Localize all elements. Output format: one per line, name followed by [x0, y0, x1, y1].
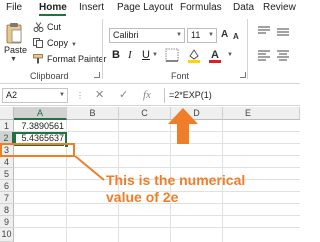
chevron-down-icon: ▼ — [208, 32, 214, 38]
gridline — [14, 167, 300, 168]
row-header-1[interactable]: 1 — [0, 120, 14, 132]
name-box[interactable]: A2 ▼ — [2, 88, 68, 103]
svg-text:A: A — [211, 49, 219, 61]
chevron-down-icon: ▼ — [59, 92, 65, 98]
decrease-font-size-button[interactable]: A — [233, 31, 239, 43]
more-options-icon[interactable]: ⋮ — [76, 91, 84, 100]
gridline — [14, 227, 300, 228]
cut-button[interactable]: Cut — [33, 22, 61, 33]
font-name-value: Calibri — [113, 30, 139, 40]
tab-home[interactable]: Home — [39, 2, 67, 14]
chevron-down-icon: ▼ — [176, 32, 182, 38]
column-header-c[interactable]: C — [119, 107, 171, 120]
column-header-a[interactable]: A — [14, 107, 67, 120]
align-center-icon[interactable] — [276, 48, 290, 62]
formula-input[interactable]: =2*EXP(1) — [164, 88, 300, 103]
formula-bar: A2 ▼ ⋮ ✕ ✓ fx =2*EXP(1) — [0, 85, 300, 106]
font-size-value: 11 — [191, 30, 201, 40]
enter-icon[interactable]: ✓ — [119, 89, 128, 101]
column-header-b[interactable]: B — [67, 107, 119, 120]
chevron-down-icon[interactable]: ▼ — [152, 48, 158, 62]
font-color-icon[interactable]: A — [207, 47, 223, 63]
menu-bar: File Home Insert Page Layout Formulas Da… — [0, 0, 300, 16]
copy-label: Copy — [47, 38, 69, 48]
tab-insert[interactable]: Insert — [79, 2, 104, 14]
paintbrush-icon — [33, 54, 43, 64]
row-header-5[interactable]: 5 — [0, 168, 14, 180]
ribbon: Paste ▼ Cut Copy ▼ Format Painter Clipboa… — [0, 16, 300, 84]
paste-label: Paste — [4, 45, 28, 55]
row-header-6[interactable]: 6 — [0, 180, 14, 192]
fill-color-icon[interactable] — [186, 47, 202, 63]
clipboard-launcher-icon[interactable] — [94, 72, 100, 78]
name-box-value: A2 — [6, 90, 18, 100]
up-arrow-icon — [168, 108, 198, 144]
align-left-icon[interactable] — [257, 48, 271, 62]
group-divider — [247, 19, 248, 79]
font-launcher-icon[interactable] — [240, 72, 246, 78]
scissors-icon — [33, 22, 44, 32]
copy-button[interactable]: Copy ▼ — [33, 38, 77, 51]
select-all-corner[interactable] — [0, 107, 14, 120]
copy-icon — [33, 38, 43, 48]
align-top-icon[interactable] — [257, 25, 271, 39]
row-header-4[interactable]: 4 — [0, 156, 14, 168]
borders-icon[interactable] — [164, 47, 180, 63]
font-size-select[interactable]: 11 ▼ — [187, 28, 217, 43]
clipboard-icon — [6, 23, 22, 44]
cut-label: Cut — [47, 22, 62, 32]
cell-a1[interactable]: 7.3890561 — [14, 120, 64, 132]
tab-file[interactable]: File — [6, 2, 22, 14]
group-divider — [102, 19, 103, 79]
italic-button[interactable]: I — [128, 48, 132, 62]
chevron-down-icon: ▼ — [71, 42, 77, 48]
callout-highlight-box — [0, 143, 75, 157]
insert-function-icon[interactable]: fx — [143, 89, 151, 101]
column-header-e[interactable]: E — [223, 107, 300, 120]
row-header-10[interactable]: 10 — [0, 228, 14, 242]
callout-connector — [75, 156, 105, 181]
row-header-8[interactable]: 8 — [0, 204, 14, 216]
format-painter-button[interactable]: Format Painter — [33, 54, 107, 65]
format-painter-label: Format Painter — [47, 54, 107, 64]
bold-button[interactable]: B — [112, 48, 120, 62]
annotation-text: This is the numerical value of 2e — [106, 172, 246, 205]
chevron-down-icon: ▼ — [10, 56, 17, 63]
row-header-7[interactable]: 7 — [0, 192, 14, 204]
align-middle-icon[interactable] — [276, 25, 290, 39]
font-name-select[interactable]: Calibri ▼ — [109, 28, 185, 43]
underline-button[interactable]: U — [142, 48, 150, 62]
font-group-label: Font — [171, 71, 190, 81]
clipboard-group-label: Clipboard — [30, 71, 69, 81]
tab-formulas[interactable]: Formulas — [180, 2, 222, 14]
cancel-icon[interactable]: ✕ — [95, 89, 104, 101]
gridline — [14, 215, 300, 216]
tab-data[interactable]: Data — [233, 2, 254, 14]
row-header-9[interactable]: 9 — [0, 216, 14, 228]
tab-review[interactable]: Review — [263, 2, 296, 14]
chevron-down-icon[interactable]: ▼ — [227, 48, 233, 62]
tab-page-layout[interactable]: Page Layout — [117, 2, 173, 14]
increase-font-size-button[interactable]: A — [221, 29, 228, 41]
